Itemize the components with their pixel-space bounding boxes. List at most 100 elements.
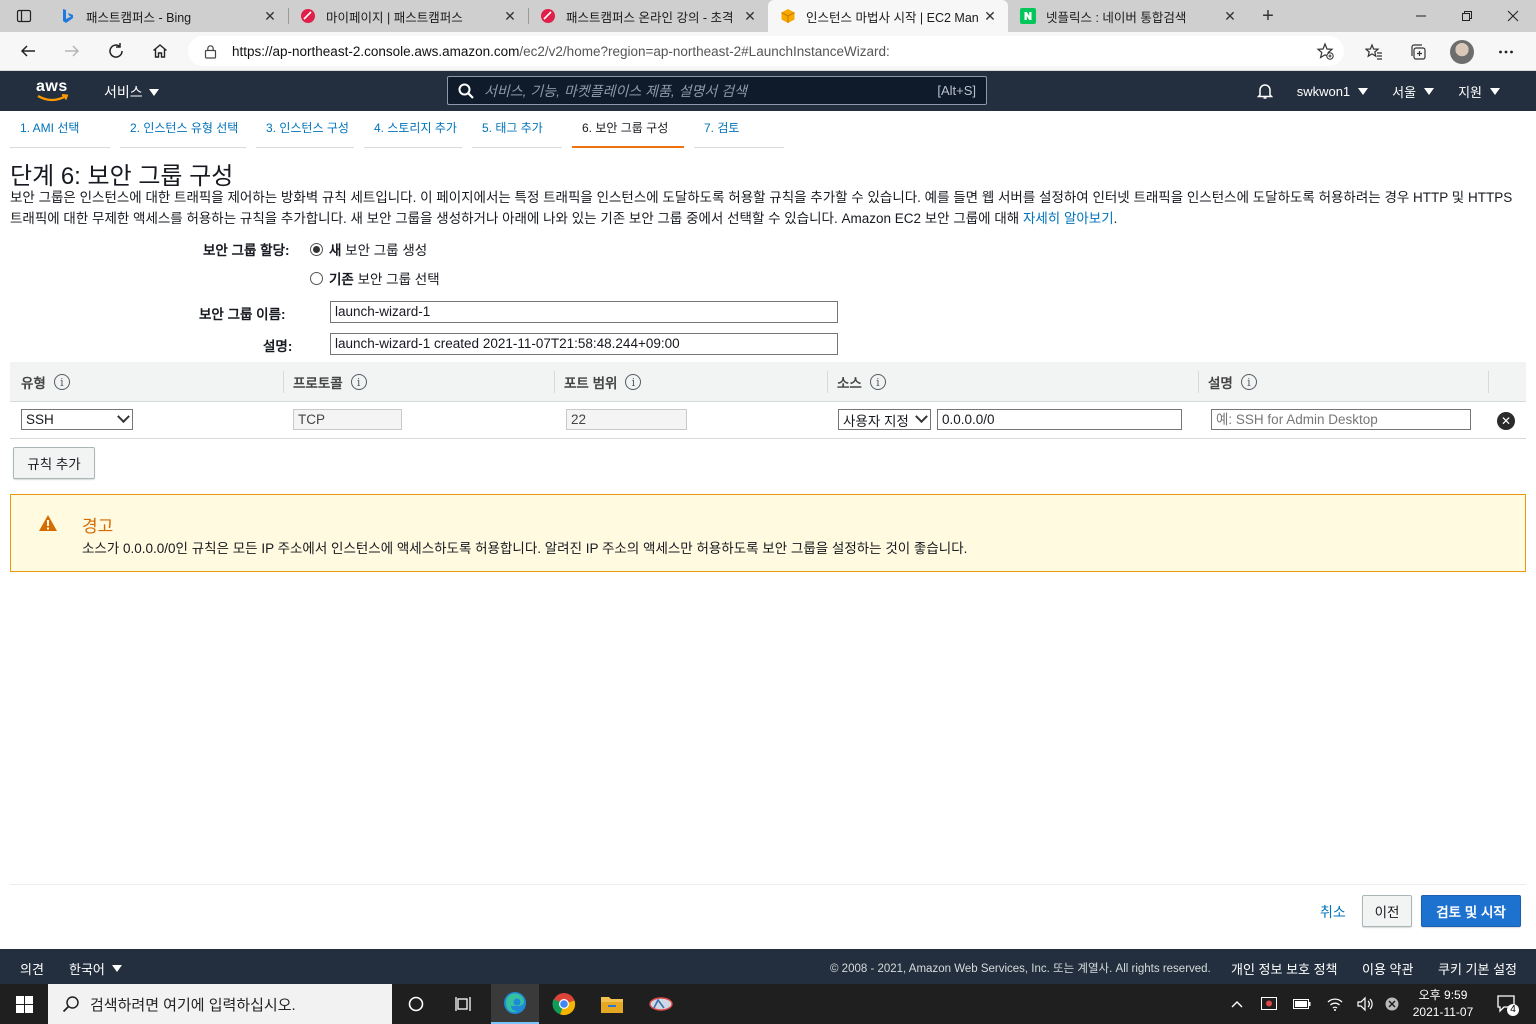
notifications-button[interactable] xyxy=(1256,82,1273,100)
taskbar-clock[interactable]: 오후 9:59 2021-11-07 xyxy=(1402,987,1484,1021)
tray-app-button[interactable] xyxy=(1256,984,1282,1024)
info-icon[interactable]: i xyxy=(869,374,886,390)
support-label: 지원 xyxy=(1458,84,1482,100)
back-button[interactable] xyxy=(6,35,50,67)
browser-tab-naver[interactable]: 넷플릭스 : 네이버 통합검색 ✕ xyxy=(1008,0,1248,32)
step-instance-type[interactable]: 2. 인스턴스 유형 선택 xyxy=(120,119,246,148)
forward-button[interactable] xyxy=(50,35,94,67)
chrome-taskbar-button[interactable] xyxy=(540,984,588,1024)
battery-button[interactable] xyxy=(1289,984,1315,1024)
avatar xyxy=(1450,39,1474,64)
step-ami[interactable]: 1. AMI 선택 xyxy=(10,119,110,148)
task-view-button[interactable] xyxy=(440,984,488,1024)
cancel-link[interactable]: 취소 xyxy=(1320,902,1346,922)
tab-close-icon[interactable]: ✕ xyxy=(742,8,758,25)
new-tab-button[interactable]: + xyxy=(1248,0,1288,32)
taskbar-search-box[interactable]: 검색하려면 여기에 입력하십시오. xyxy=(48,984,392,1024)
aws-logo[interactable]: aws xyxy=(36,79,70,105)
collections-icon xyxy=(1411,43,1426,60)
support-menu[interactable]: 지원 xyxy=(1458,82,1500,101)
cortana-button[interactable] xyxy=(392,984,440,1024)
radio-select-existing[interactable] xyxy=(310,271,323,285)
home-button[interactable] xyxy=(138,35,182,67)
wifi-icon xyxy=(1327,998,1343,1011)
favorites-button[interactable] xyxy=(1352,36,1396,68)
restore-icon[interactable] xyxy=(1444,0,1490,32)
file-explorer-taskbar-button[interactable] xyxy=(588,984,636,1024)
show-hidden-icons-button[interactable] xyxy=(1226,984,1248,1024)
info-icon[interactable]: i xyxy=(625,374,642,390)
minimize-icon[interactable] xyxy=(1398,0,1444,32)
option-select-existing-group[interactable]: 기존 보안 그룹 선택 xyxy=(310,268,440,288)
feedback-link[interactable]: 의견 xyxy=(20,959,44,978)
learn-more-link[interactable]: 자세히 알아보기 xyxy=(1023,211,1114,226)
tab-close-icon[interactable]: ✕ xyxy=(982,8,998,25)
rule-source-cidr-input[interactable]: 0.0.0.0/0 xyxy=(937,409,1182,430)
app-taskbar-button[interactable] xyxy=(637,984,685,1024)
services-menu[interactable]: 서비스 xyxy=(104,82,159,102)
account-name: swkwon1 xyxy=(1296,83,1351,99)
radio-create-new[interactable] xyxy=(310,242,323,256)
edge-taskbar-button[interactable] xyxy=(491,984,539,1024)
rule-type-select[interactable]: SSH xyxy=(21,409,133,430)
warning-icon xyxy=(39,515,57,531)
address-bar[interactable]: https://ap-northeast-2.console.aws.amazo… xyxy=(188,36,1344,66)
tab-close-icon[interactable]: ✕ xyxy=(262,8,278,25)
chrome-icon xyxy=(552,993,576,1016)
close-window-icon[interactable] xyxy=(1490,0,1536,32)
rule-source-select[interactable]: 사용자 지정 xyxy=(838,409,931,430)
warning-text: 소스가 0.0.0.0/0인 규칙은 모든 IP 주소에서 인스턴스에 액세스하… xyxy=(82,541,968,556)
chevron-up-icon xyxy=(1231,1001,1243,1008)
action-center-button[interactable]: 4 xyxy=(1490,984,1524,1024)
browser-tab-ec2-wizard[interactable]: 인스턴스 마법사 시작 | EC2 Man ✕ xyxy=(768,0,1008,32)
volume-button[interactable] xyxy=(1352,984,1378,1024)
info-icon[interactable]: i xyxy=(1240,374,1257,390)
header-source-label: 소스 xyxy=(837,376,862,391)
step-add-tags[interactable]: 5. 태그 추가 xyxy=(472,119,562,148)
profile-button[interactable] xyxy=(1440,36,1484,68)
aws-search-box[interactable]: 서비스, 기능, 마켓플레이스 제품, 설명서 검색 [Alt+S] xyxy=(447,76,987,105)
privacy-policy-link[interactable]: 개인 정보 보호 정책 xyxy=(1231,959,1338,978)
start-button[interactable] xyxy=(0,984,48,1024)
tab-title: 인스턴스 마법사 시작 | EC2 Man xyxy=(806,10,979,25)
wizard-steps: 1. AMI 선택 2. 인스턴스 유형 선택 3. 인스턴스 구성 4. 스토… xyxy=(10,119,794,148)
cookie-preferences-link[interactable]: 쿠키 기본 설정 xyxy=(1438,959,1517,978)
step-security-group[interactable]: 6. 보안 그룹 구성 xyxy=(572,119,684,148)
region-name: 서울 xyxy=(1392,84,1417,100)
tab-close-icon[interactable]: ✕ xyxy=(1222,8,1238,25)
add-rule-button[interactable]: 규칙 추가 xyxy=(13,447,95,479)
terms-link[interactable]: 이용 약관 xyxy=(1362,959,1413,978)
rule-description-input[interactable]: 예: SSH for Admin Desktop xyxy=(1211,409,1471,430)
option-create-new-label: 새 보안 그룹 생성 xyxy=(329,239,427,259)
security-group-name-input[interactable]: launch-wizard-1 xyxy=(330,301,838,323)
review-and-launch-button[interactable]: 검토 및 시작 xyxy=(1421,895,1521,927)
forward-arrow-icon xyxy=(65,45,80,57)
tab-actions-button[interactable] xyxy=(0,0,48,32)
tab-close-icon[interactable]: ✕ xyxy=(502,8,518,25)
previous-button[interactable]: 이전 xyxy=(1362,895,1412,927)
ime-button[interactable] xyxy=(1381,984,1403,1024)
step-add-storage[interactable]: 4. 스토리지 추가 xyxy=(364,119,462,148)
region-menu[interactable]: 서울 xyxy=(1392,82,1435,101)
step-configure-instance[interactable]: 3. 인스턴스 구성 xyxy=(256,119,354,148)
settings-menu-button[interactable] xyxy=(1484,36,1528,68)
account-menu[interactable]: swkwon1 xyxy=(1296,83,1369,99)
refresh-button[interactable] xyxy=(94,35,138,67)
add-favorite-icon[interactable] xyxy=(1316,42,1334,63)
naver-icon xyxy=(1020,8,1036,24)
header-type: 유형 i xyxy=(21,362,70,402)
remove-rule-icon[interactable]: ✕ xyxy=(1497,412,1515,430)
collections-button[interactable] xyxy=(1396,36,1440,68)
browser-tab-online-lecture[interactable]: 패스트캠퍼스 온라인 강의 - 초격 ✕ xyxy=(528,0,768,32)
info-icon[interactable]: i xyxy=(350,374,367,390)
option-create-new-group[interactable]: 새 보안 그룹 생성 xyxy=(310,239,427,259)
description-input[interactable]: launch-wizard-1 created 2021-11-07T21:58… xyxy=(330,333,838,355)
language-selector[interactable]: 한국어 xyxy=(69,959,122,978)
info-icon[interactable]: i xyxy=(53,374,70,390)
browser-tab-mypage[interactable]: 마이페이지 | 패스트캠퍼스 ✕ xyxy=(288,0,528,32)
aws-console-header: aws 서비스 서비스, 기능, 마켓플레이스 제품, 설명서 검색 [Alt+… xyxy=(0,71,1536,111)
column-divider xyxy=(1198,371,1199,393)
step-review[interactable]: 7. 검토 xyxy=(694,119,784,148)
network-button[interactable] xyxy=(1322,984,1348,1024)
browser-tab-bing[interactable]: 패스트캠퍼스 - Bing ✕ xyxy=(48,0,288,32)
